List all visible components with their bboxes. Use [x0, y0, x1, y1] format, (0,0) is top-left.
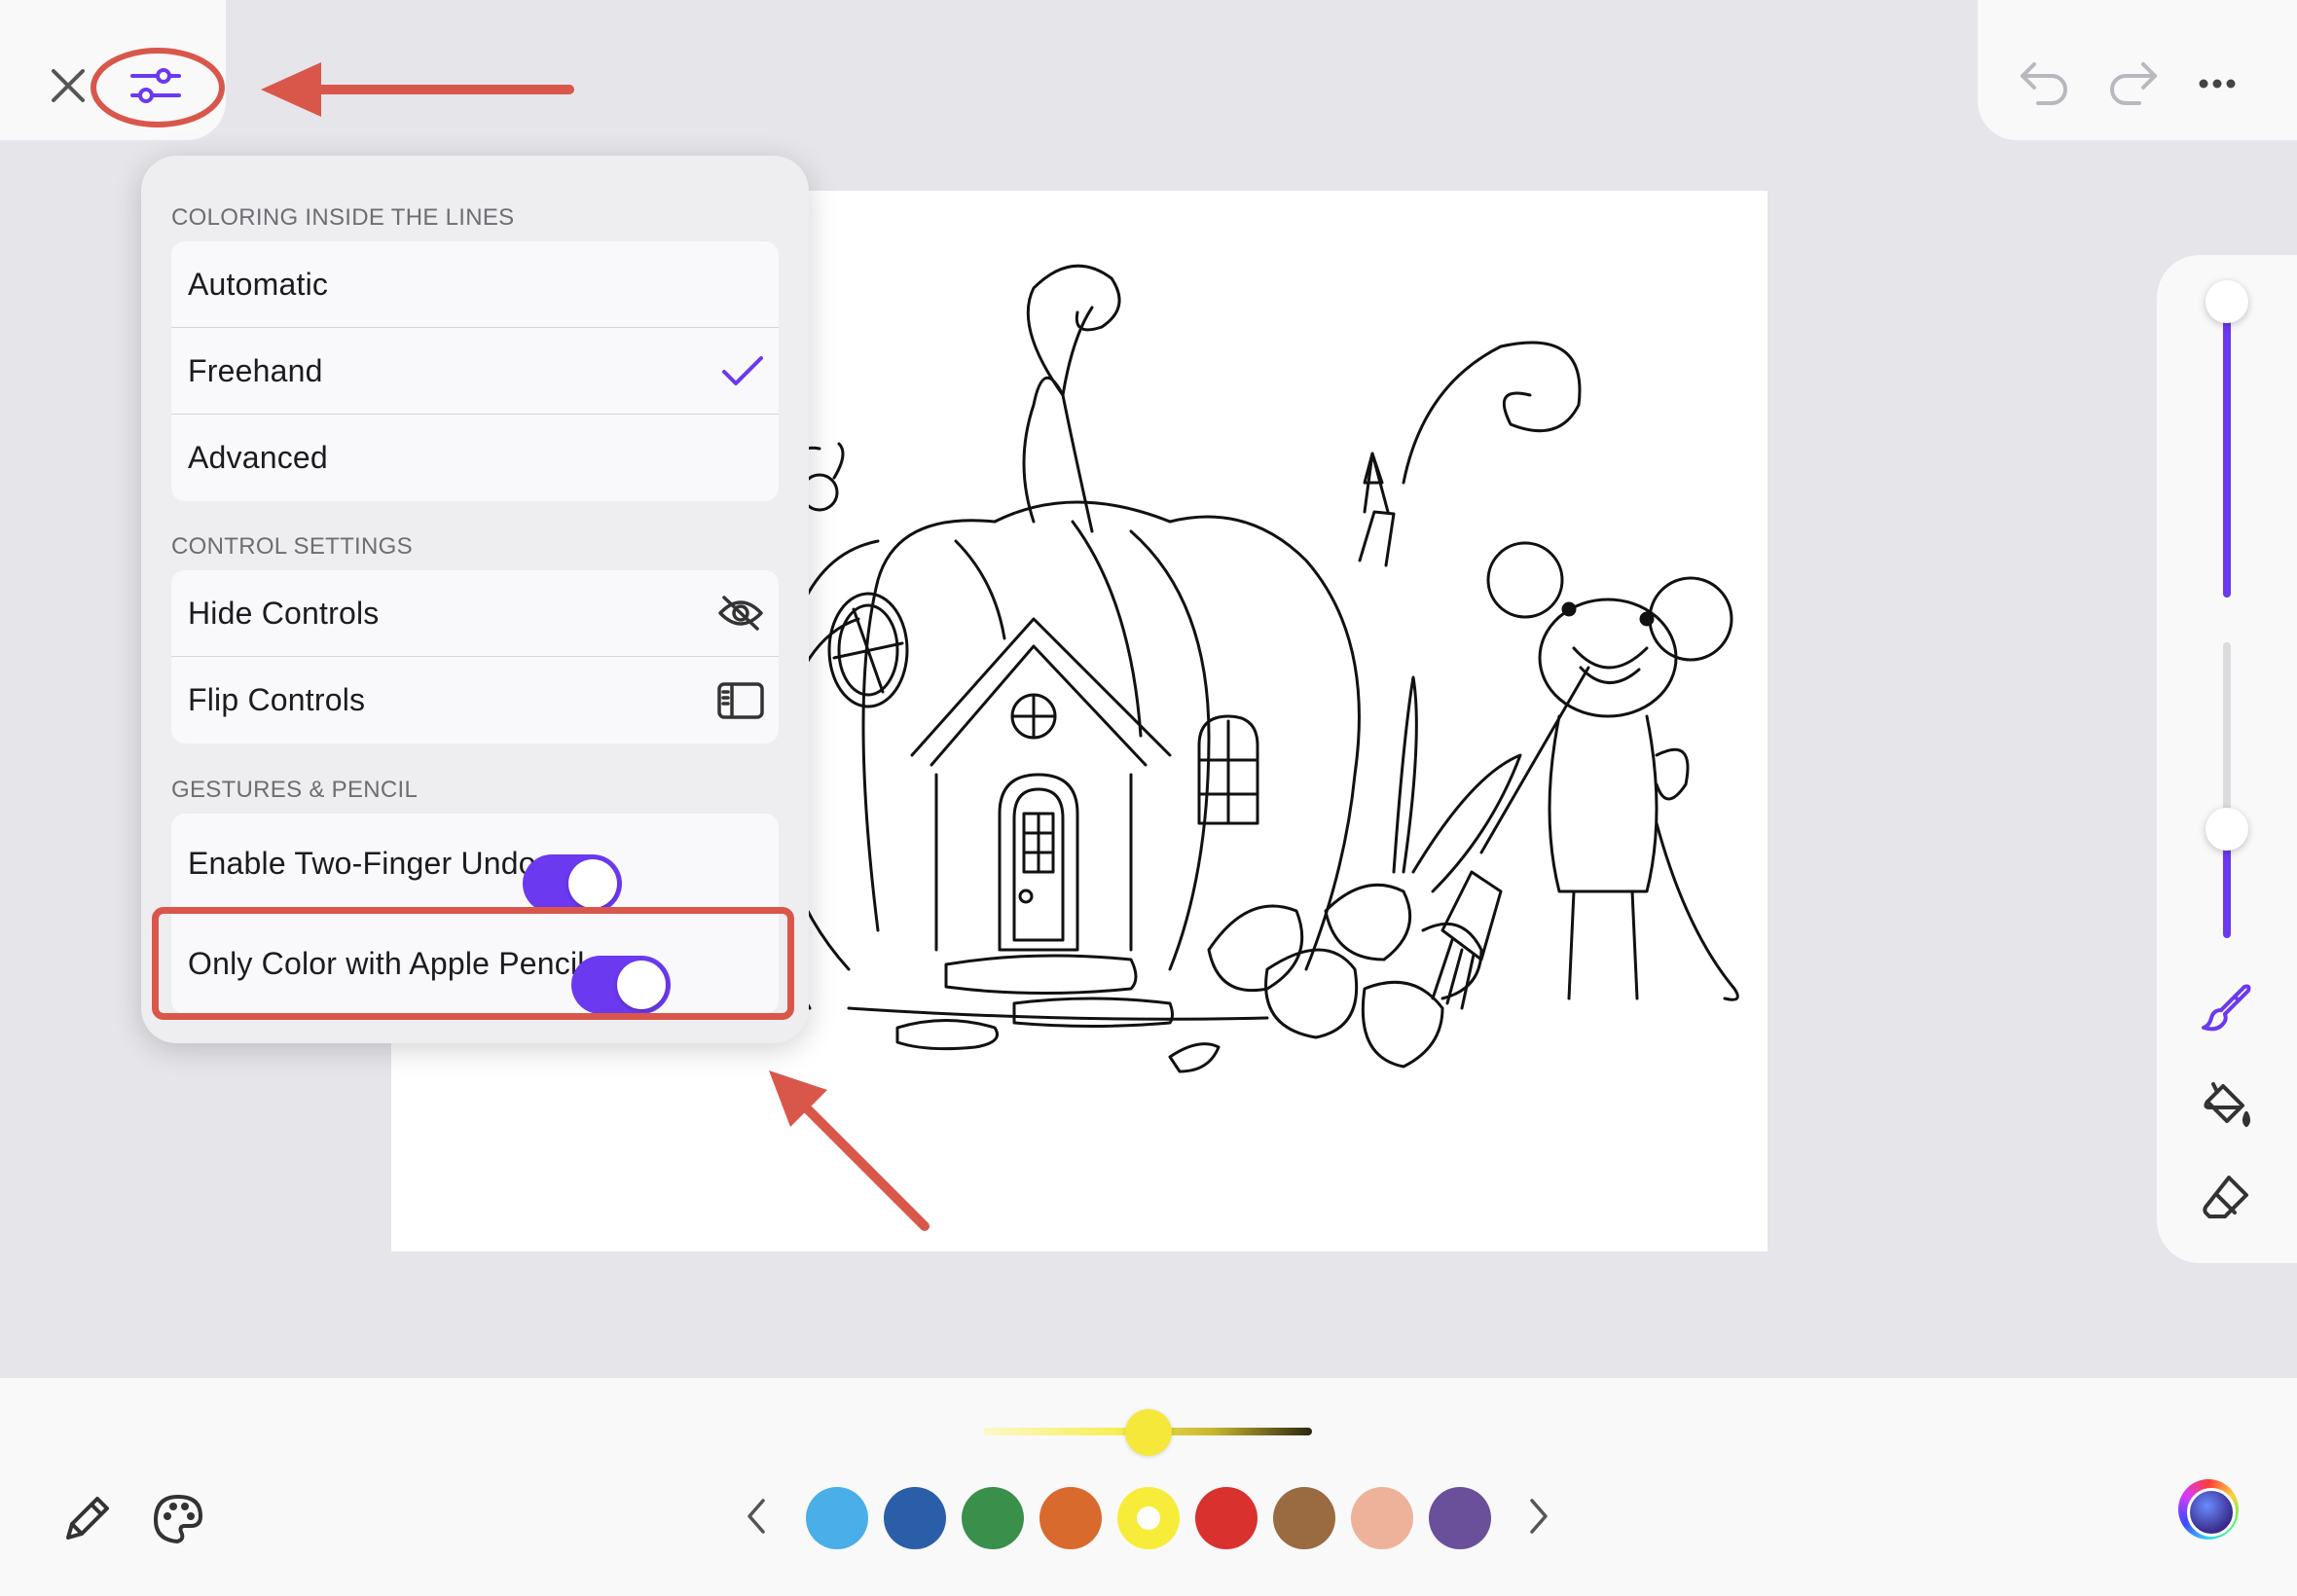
section-header-gestures: GESTURES & PENCIL	[171, 777, 419, 803]
top-left-toolbar	[0, 0, 226, 140]
opacity-slider-knob[interactable]	[2206, 808, 2248, 851]
annotation-arrow-top	[261, 62, 574, 117]
option-label: Advanced	[188, 440, 328, 475]
color-swatch[interactable]	[1195, 1487, 1258, 1549]
undo-icon[interactable]	[2019, 60, 2071, 105]
section-header-control: CONTROL SETTINGS	[171, 533, 413, 560]
shade-slider-knob[interactable]	[1125, 1409, 1172, 1456]
chevron-right-icon[interactable]	[1526, 1497, 1551, 1536]
top-right-toolbar	[1978, 0, 2297, 140]
color-swatch[interactable]	[806, 1487, 868, 1549]
option-label: Flip Controls	[188, 682, 366, 717]
option-flip-controls[interactable]: Flip Controls	[171, 657, 779, 744]
sliders-icon[interactable]	[130, 66, 181, 105]
control-settings-group: Hide Controls Flip Controls	[171, 570, 779, 744]
size-slider-fill	[2223, 302, 2231, 598]
coloring-mode-group: Automatic Freehand Advanced	[171, 241, 779, 501]
section-header-coloring: COLORING INSIDE THE LINES	[171, 204, 515, 231]
gestures-group: Enable Two-Finger Undo Only Color with A…	[171, 814, 779, 1014]
sidebar-icon	[717, 681, 764, 719]
size-slider-knob[interactable]	[2206, 280, 2248, 323]
color-swatch[interactable]	[884, 1487, 946, 1549]
option-label: Freehand	[188, 352, 323, 388]
color-swatch[interactable]	[1273, 1487, 1335, 1549]
paint-bucket-icon[interactable]	[2200, 1078, 2254, 1133]
option-label: Automatic	[188, 266, 329, 302]
tool-rail	[2157, 255, 2297, 1263]
option-freehand[interactable]: Freehand	[171, 328, 779, 415]
color-swatch[interactable]	[1429, 1487, 1491, 1549]
color-wheel-icon[interactable]	[2178, 1479, 2239, 1540]
pencil-icon[interactable]	[60, 1493, 113, 1545]
redo-icon[interactable]	[2106, 60, 2159, 105]
option-label: Enable Two-Finger Undo	[188, 845, 536, 881]
more-icon[interactable]	[2198, 78, 2237, 90]
eye-slash-icon	[718, 596, 763, 631]
option-automatic[interactable]: Automatic	[171, 241, 779, 328]
checkmark-icon	[722, 356, 763, 385]
option-hide-controls[interactable]: Hide Controls	[171, 570, 779, 657]
color-swatch[interactable]	[1351, 1487, 1413, 1549]
option-only-apple-pencil: Only Color with Apple Pencil	[171, 914, 779, 1014]
eraser-icon[interactable]	[2200, 1170, 2254, 1224]
option-advanced[interactable]: Advanced	[171, 415, 779, 501]
palette-icon[interactable]	[152, 1493, 204, 1545]
color-swatch[interactable]	[962, 1487, 1024, 1549]
color-swatch[interactable]	[1117, 1487, 1180, 1549]
apple-pencil-only-toggle[interactable]	[570, 956, 671, 1014]
option-label: Hide Controls	[188, 595, 380, 631]
brush-icon[interactable]	[2200, 981, 2254, 1035]
chevron-left-icon[interactable]	[744, 1497, 769, 1536]
two-finger-undo-toggle[interactable]	[522, 854, 622, 913]
option-two-finger-undo: Enable Two-Finger Undo	[171, 814, 779, 914]
option-label: Only Color with Apple Pencil	[188, 946, 585, 981]
close-icon[interactable]	[49, 66, 88, 105]
color-swatch[interactable]	[1039, 1487, 1102, 1549]
